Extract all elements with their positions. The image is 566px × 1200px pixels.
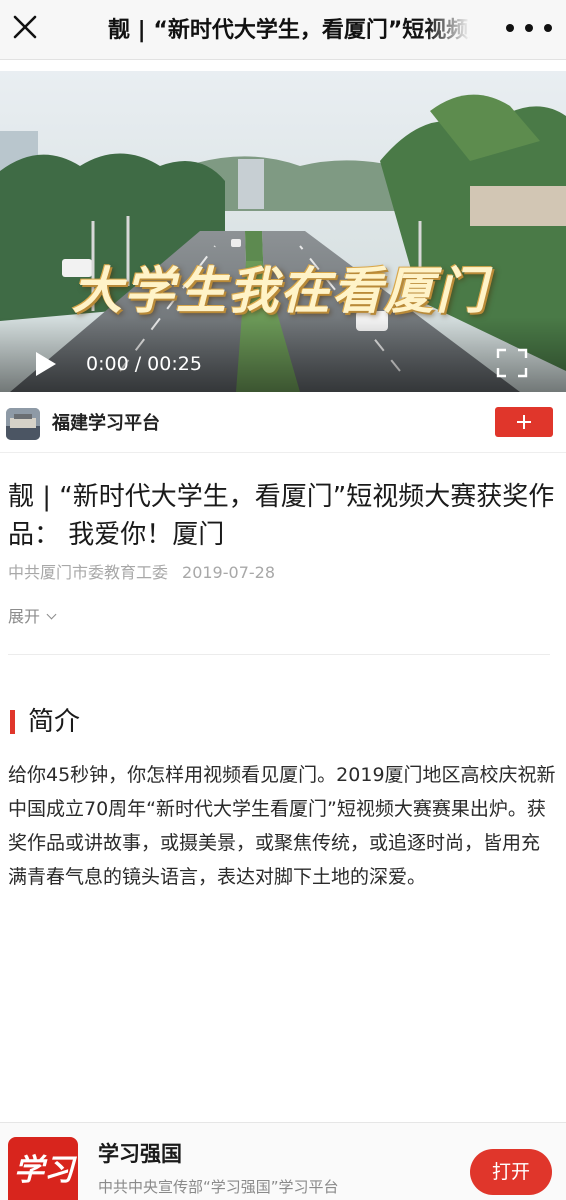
app-logo: 学习 bbox=[8, 1137, 78, 1200]
top-nav-bar: 靓 | “新时代大学生，看厦门”短视频大赛获奖作品： 我爱你！厦门 bbox=[0, 0, 566, 60]
intro-body: 给你45秒钟，你怎样用视频看见厦门。2019厦门地区高校庆祝新中国成立70周年“… bbox=[8, 764, 556, 888]
author-name[interactable]: 福建学习平台 bbox=[52, 411, 160, 437]
article-title: 靓 | “新时代大学生，看厦门”短视频大赛获奖作品： 我爱你！厦门 bbox=[8, 482, 555, 550]
video-time: 0:00 / 00:25 bbox=[86, 353, 202, 375]
author-avatar[interactable] bbox=[6, 408, 40, 440]
open-app-button[interactable]: 打开 bbox=[470, 1149, 552, 1195]
app-name: 学习强国 bbox=[98, 1142, 182, 1166]
expand-button[interactable]: 展开 bbox=[8, 604, 57, 630]
avatar-image bbox=[6, 408, 40, 440]
article-date: 2019-07-28 bbox=[182, 563, 275, 582]
more-dot bbox=[525, 24, 533, 32]
divider bbox=[8, 654, 550, 655]
nav-title: 靓 | “新时代大学生，看厦门”短视频大赛获奖作品： 我爱你！厦门 bbox=[108, 18, 470, 43]
intro-heading: 简介 bbox=[28, 707, 81, 737]
chevron-down-icon bbox=[46, 609, 57, 620]
app-download-banner: 学习 学习强国 中共中央宣传部“学习强国”学习平台 打开 bbox=[0, 1122, 566, 1200]
article-source: 中共厦门市委教育工委 bbox=[8, 563, 169, 582]
fullscreen-icon[interactable] bbox=[496, 348, 528, 378]
article-meta: 中共厦门市委教育工委 2019-07-28 bbox=[8, 560, 275, 586]
author-row: 福建学习平台 bbox=[0, 397, 566, 453]
section-marker bbox=[10, 710, 15, 734]
play-icon[interactable] bbox=[34, 351, 58, 377]
video-controls bbox=[0, 317, 566, 392]
video-overlay-title: 大学生我在看厦门 bbox=[72, 261, 488, 320]
more-icon[interactable] bbox=[506, 16, 552, 40]
close-icon[interactable] bbox=[10, 12, 40, 42]
app-description: 中共中央宣传部“学习强国”学习平台 bbox=[98, 1178, 339, 1196]
app-logo-text: 学习 bbox=[14, 1153, 74, 1188]
expand-label: 展开 bbox=[8, 607, 41, 626]
more-dot bbox=[506, 24, 514, 32]
more-dot bbox=[544, 24, 552, 32]
follow-button[interactable] bbox=[495, 407, 553, 437]
